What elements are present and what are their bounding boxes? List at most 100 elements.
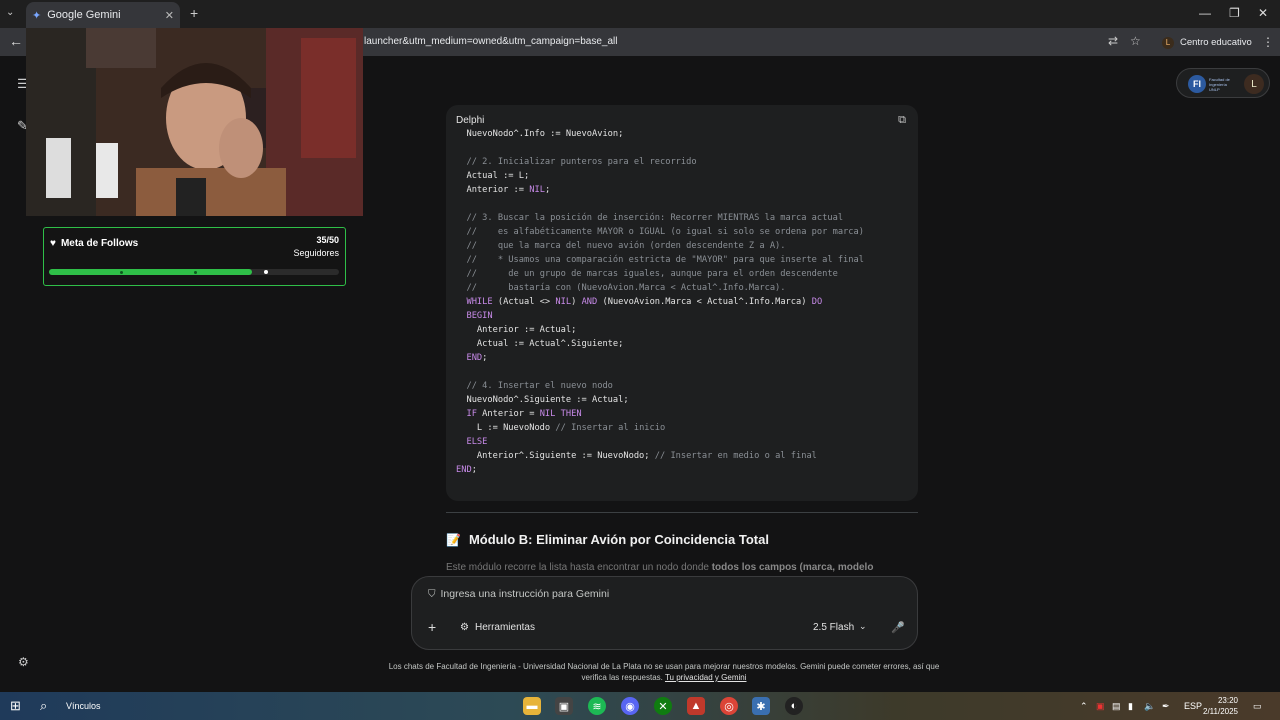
progress-pip <box>194 270 197 274</box>
code-token: ; <box>544 185 551 195</box>
code-line: // 3. Buscar la posición de inserción: R… <box>456 211 864 225</box>
faculty-logo: FI Facultad de Ingeniería UNLP <box>1188 74 1234 94</box>
account-header[interactable]: FI Facultad de Ingeniería UNLP L <box>1176 68 1270 98</box>
discord-icon[interactable]: ◉ <box>621 697 639 715</box>
progress-knob <box>264 270 268 274</box>
goal-progress-fill <box>49 269 252 275</box>
store-icon[interactable]: ▣ <box>555 697 573 715</box>
clock[interactable]: 23:20 2/11/2025 <box>1203 695 1238 717</box>
code-line: Anterior := Actual; <box>456 323 864 337</box>
search-icon[interactable]: ⌕ <box>40 698 47 714</box>
model-selector[interactable]: 2.5 Flash <box>813 622 854 633</box>
goal-progress-bar <box>49 269 339 275</box>
taskbar-search-label[interactable]: Vínculos <box>66 701 101 711</box>
code-line: ELSE <box>456 435 864 449</box>
volume-icon[interactable]: 🔈 <box>1144 701 1155 712</box>
code-token: // Insertar al inicio <box>555 423 666 433</box>
notifications-icon[interactable]: ▭ <box>1253 701 1262 712</box>
code-token: ; <box>471 465 477 475</box>
tab-search-icon[interactable]: ⌄ <box>6 7 14 18</box>
translate-icon[interactable]: ⇄ <box>1108 34 1118 48</box>
prompt-input-box[interactable]: ⛉ Ingresa una instrucción para Gemini + … <box>411 576 918 650</box>
code-token: Anterior^.Siguiente := NuevoNodo; <box>476 451 655 461</box>
code-line: END; <box>456 463 864 477</box>
file-explorer-icon[interactable]: ▬ <box>523 697 541 715</box>
shield-icon: ⛉ <box>428 588 436 600</box>
section-intro-text: Este módulo recorre la lista hasta encon… <box>446 562 874 573</box>
code-token: NuevoNodo^.Siguiente := Actual; <box>466 395 629 405</box>
bookmark-star-icon[interactable]: ☆ <box>1130 34 1141 48</box>
brave-icon[interactable]: ▲ <box>687 697 705 715</box>
chrome-icon[interactable]: ◎ <box>720 697 738 715</box>
tray-network-icon[interactable]: ▤ <box>1112 701 1121 712</box>
tray-chevron-icon[interactable]: ⌃ <box>1080 701 1088 712</box>
code-token: THEN <box>560 409 582 419</box>
code-token: ; <box>482 353 488 363</box>
browser-tab[interactable]: ✦ Google Gemini ✕ <box>26 2 180 28</box>
memo-icon: 📝 <box>446 532 461 547</box>
language-indicator[interactable]: ESP <box>1184 701 1202 711</box>
code-token: (NuevoAvion.Marca < Actual^.Info.Marca) <box>597 297 812 307</box>
code-content: NuevoNodo^.Info := NuevoAvion; // 2. Ini… <box>456 127 864 477</box>
add-attachment-button[interactable]: + <box>428 619 436 635</box>
section-heading: 📝 Módulo B: Eliminar Avión por Coinciden… <box>446 532 769 547</box>
windows-taskbar: ⊞ ⌕ Vínculos ▬ ▣ ≋ ◉ ✕ ▲ ◎ ✱ ◐ ⌃ ▣ ▤ ▮ 🔈… <box>0 692 1280 720</box>
settings-icon[interactable]: ⚙ <box>18 655 29 669</box>
user-avatar[interactable]: L <box>1244 74 1264 94</box>
settings-app-icon[interactable]: ✱ <box>752 697 770 715</box>
code-line: BEGIN <box>456 309 864 323</box>
code-token: NIL <box>529 185 545 195</box>
code-token: // Insertar en medio o al final <box>654 451 817 461</box>
code-token: // * Usamos una comparación estricta de … <box>466 255 864 265</box>
spotify-icon[interactable]: ≋ <box>588 697 606 715</box>
tools-button[interactable]: ⚙ Herramientas <box>460 622 535 633</box>
close-tab-icon[interactable]: ✕ <box>165 9 174 22</box>
chevron-down-icon[interactable]: ⌄ <box>859 621 867 632</box>
code-line: // es alfabéticamente MAYOR o IGUAL (o i… <box>456 225 864 239</box>
code-line: L := NuevoNodo // Insertar al inicio <box>456 421 864 435</box>
code-line: END; <box>456 351 864 365</box>
xbox-icon[interactable]: ✕ <box>654 697 672 715</box>
back-arrow-icon[interactable]: ← <box>9 33 23 49</box>
pen-icon[interactable]: ✒ <box>1162 701 1170 712</box>
browser-menu-icon[interactable]: ⋮ <box>1262 35 1274 49</box>
code-line: // de un grupo de marcas iguales, aunque… <box>456 267 864 281</box>
privacy-link[interactable]: Tu privacidad y Gemini <box>665 673 747 682</box>
code-token: // es alfabéticamente MAYOR o IGUAL (o i… <box>466 227 864 237</box>
widget-title: ♥ Meta de Follows <box>50 238 139 249</box>
new-tab-button[interactable]: + <box>190 5 198 21</box>
code-line: NuevoNodo^.Info := NuevoAvion; <box>456 127 864 141</box>
tray-usb-icon[interactable]: ▮ <box>1128 701 1133 712</box>
copy-code-icon[interactable]: ⧉ <box>898 114 906 127</box>
close-window-icon[interactable]: ✕ <box>1258 6 1268 20</box>
code-line: Actual := Actual^.Siguiente; <box>456 337 864 351</box>
code-line: WHILE (Actual <> NIL) AND (NuevoAvion.Ma… <box>456 295 864 309</box>
minimize-icon[interactable]: — <box>1199 6 1211 20</box>
windows-start-icon[interactable]: ⊞ <box>10 698 21 714</box>
microphone-icon[interactable]: 🎤 <box>891 621 905 634</box>
code-line: // 2. Inicializar punteros para el recor… <box>456 155 864 169</box>
code-line: NuevoNodo^.Siguiente := Actual; <box>456 393 864 407</box>
code-line: Anterior^.Siguiente := NuevoNodo; // Ins… <box>456 449 864 463</box>
code-token: BEGIN <box>466 311 493 321</box>
prompt-placeholder[interactable]: ⛉ Ingresa una instrucción para Gemini <box>428 588 609 600</box>
code-token: Anterior = <box>476 409 540 419</box>
obs-icon[interactable]: ◐ <box>785 697 803 715</box>
maximize-icon[interactable]: ❐ <box>1229 6 1240 20</box>
code-token: ELSE <box>466 437 488 447</box>
code-token: Actual := L; <box>466 171 530 181</box>
code-token: NIL <box>539 409 556 419</box>
code-token: (Actual <> <box>492 297 556 307</box>
profile-chip[interactable]: L Centro educativo <box>1162 35 1252 50</box>
url-field[interactable]: launcher&utm_medium=owned&utm_campaign=b… <box>364 36 618 47</box>
code-line: Actual := L; <box>456 169 864 183</box>
code-token: // que la marca del nuevo avión (orden d… <box>466 241 786 251</box>
tab-title: Google Gemini <box>47 9 121 21</box>
code-token: AND <box>581 297 598 307</box>
section-divider <box>446 512 918 513</box>
code-token: // bastaría con (NuevoAvion.Marca < Actu… <box>466 283 786 293</box>
tray-app-icon[interactable]: ▣ <box>1096 701 1105 712</box>
code-token: Actual := Actual^.Siguiente; <box>476 339 624 349</box>
